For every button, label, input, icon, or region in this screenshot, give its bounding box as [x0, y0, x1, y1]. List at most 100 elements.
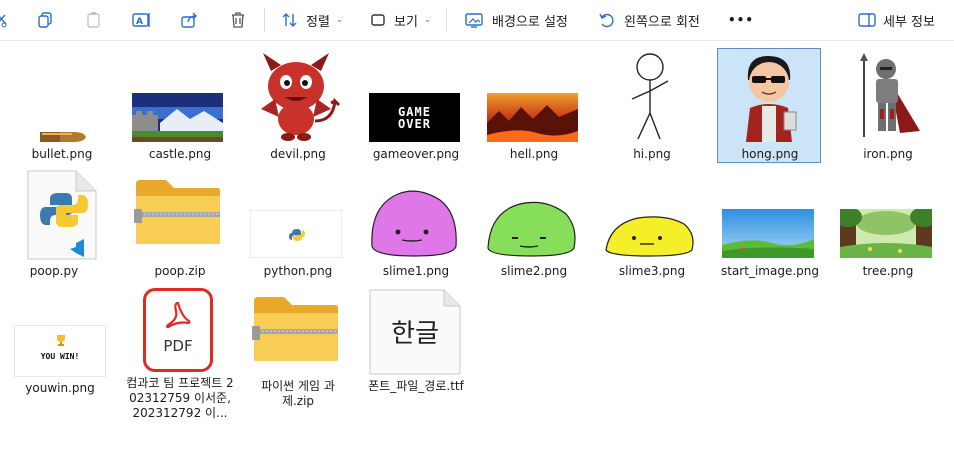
cut-icon: [0, 14, 7, 28]
file-item[interactable]: slime1.png: [362, 166, 470, 281]
file-name: devil.png: [270, 147, 326, 161]
file-name: slime3.png: [618, 264, 686, 278]
gameover-thumbnail: GAME OVER: [369, 93, 460, 142]
file-name: poop.py: [29, 264, 79, 278]
file-item[interactable]: 한글 폰트_파일_경로.ttf: [362, 285, 470, 415]
svg-text:A: A: [136, 17, 143, 27]
file-item[interactable]: tree.png: [834, 166, 942, 281]
python-file-icon: [27, 170, 97, 260]
cut-button[interactable]: [0, 0, 10, 40]
toolbar-divider: [264, 8, 265, 32]
details-pane-icon: [858, 13, 876, 27]
file-item[interactable]: GAME OVER gameover.png: [362, 48, 470, 163]
hell-thumbnail: [487, 93, 578, 142]
chevron-down-icon: ⌄: [335, 15, 344, 25]
file-name: 컴과코 팀 프로젝트 202312759 이서준, 202312792 이...: [126, 376, 234, 420]
file-name: python.png: [263, 264, 333, 278]
pdf-file-icon: PDF: [143, 288, 213, 372]
file-name: bullet.png: [31, 147, 93, 161]
file-item[interactable]: iron.png: [834, 48, 942, 163]
file-item[interactable]: hell.png: [480, 48, 588, 163]
bullet-thumbnail: [40, 132, 86, 142]
rotate-left-button[interactable]: 왼쪽으로 회전: [598, 0, 700, 40]
more-options-button[interactable]: •••: [728, 0, 754, 40]
pdf-label: PDF: [163, 337, 193, 355]
file-item-selected[interactable]: hong.png: [716, 48, 824, 163]
file-item[interactable]: 파이썬 게임 과제.zip: [244, 285, 352, 415]
youwin-text: YOU WIN!: [40, 352, 80, 361]
copy-button[interactable]: [36, 0, 54, 40]
file-name: hong.png: [741, 147, 799, 161]
start-image-thumbnail: [722, 209, 814, 258]
wallpaper-icon: [465, 13, 483, 28]
view-button[interactable]: 보기 ⌄: [370, 0, 431, 40]
set-background-button[interactable]: 배경으로 설정: [465, 0, 568, 40]
paste-button[interactable]: [85, 0, 103, 40]
zip-folder-icon: [252, 297, 338, 361]
slime2-thumbnail: [486, 198, 578, 258]
file-name: 파이썬 게임 과제.zip: [261, 379, 335, 408]
gameover-text: OVER: [398, 116, 431, 131]
file-item[interactable]: poop.py: [0, 166, 108, 281]
delete-button[interactable]: [229, 0, 247, 40]
file-name: tree.png: [862, 264, 914, 278]
file-name: hell.png: [509, 147, 559, 161]
hong-thumbnail: [746, 56, 797, 142]
file-name: 폰트_파일_경로.ttf: [368, 379, 464, 393]
details-pane-button[interactable]: 세부 정보: [858, 0, 935, 40]
file-item[interactable]: slime2.png: [480, 166, 588, 281]
trash-icon: [232, 12, 244, 28]
trophy-icon: [57, 335, 65, 346]
rotate-left-label: 왼쪽으로 회전: [624, 14, 700, 30]
zip-folder-icon: [134, 180, 220, 244]
file-item[interactable]: poop.zip: [126, 166, 234, 281]
font-preview-text: 한글: [391, 319, 439, 349]
file-item[interactable]: PDF 컴과코 팀 프로젝트 202312759 이서준, 202312792 …: [126, 285, 234, 450]
rotate-left-icon: [599, 13, 614, 28]
gameover-text: GAME: [398, 104, 431, 119]
iron-thumbnail: [850, 51, 926, 142]
chevron-down-icon: ⌄: [423, 15, 432, 25]
sort-label: 정렬: [306, 14, 330, 30]
slime1-thumbnail: [368, 186, 460, 258]
file-item[interactable]: devil.png: [244, 48, 352, 163]
file-name: slime1.png: [382, 264, 450, 278]
view-label: 보기: [394, 14, 418, 30]
file-item[interactable]: bullet.png: [8, 48, 116, 163]
castle-thumbnail: [132, 93, 223, 142]
file-name: youwin.png: [25, 381, 95, 395]
toolbar-divider: [446, 8, 447, 32]
acrobat-icon: [165, 301, 191, 329]
command-bar: A 정렬 ⌄ 보기 ⌄ 배경으로 설정 왼쪽으로 회전 ••• 세부 정보: [0, 0, 954, 41]
details-label: 세부 정보: [883, 14, 935, 30]
rename-button[interactable]: A: [132, 0, 152, 40]
rename-icon: A: [132, 13, 150, 27]
file-item[interactable]: start_image.png: [716, 166, 824, 281]
devil-thumbnail: [249, 51, 343, 142]
file-name: slime2.png: [500, 264, 568, 278]
copy-icon: [38, 12, 52, 28]
python-logo-icon: [289, 229, 305, 241]
file-name: castle.png: [148, 147, 212, 161]
file-item[interactable]: hi.png: [598, 48, 706, 163]
file-item[interactable]: python.png: [244, 166, 352, 281]
file-name: start_image.png: [721, 264, 819, 278]
set-background-label: 배경으로 설정: [492, 14, 568, 30]
view-icon: [371, 14, 385, 26]
youwin-thumbnail: YOU WIN!: [14, 325, 106, 377]
file-item[interactable]: slime3.png: [598, 166, 706, 281]
slime3-thumbnail: [604, 214, 696, 258]
file-name: hi.png: [633, 147, 671, 161]
hi-thumbnail: [626, 51, 674, 142]
share-icon: [181, 12, 197, 28]
tree-thumbnail: [840, 209, 932, 258]
python-thumbnail: [250, 210, 342, 258]
file-item[interactable]: castle.png: [126, 48, 234, 163]
sort-icon: [282, 13, 297, 27]
share-button[interactable]: [180, 0, 198, 40]
sort-button[interactable]: 정렬 ⌄: [281, 0, 343, 40]
file-name: iron.png: [863, 147, 913, 161]
file-name: gameover.png: [372, 147, 460, 161]
file-name: poop.zip: [154, 264, 206, 278]
file-item[interactable]: YOU WIN! youwin.png: [6, 285, 114, 400]
